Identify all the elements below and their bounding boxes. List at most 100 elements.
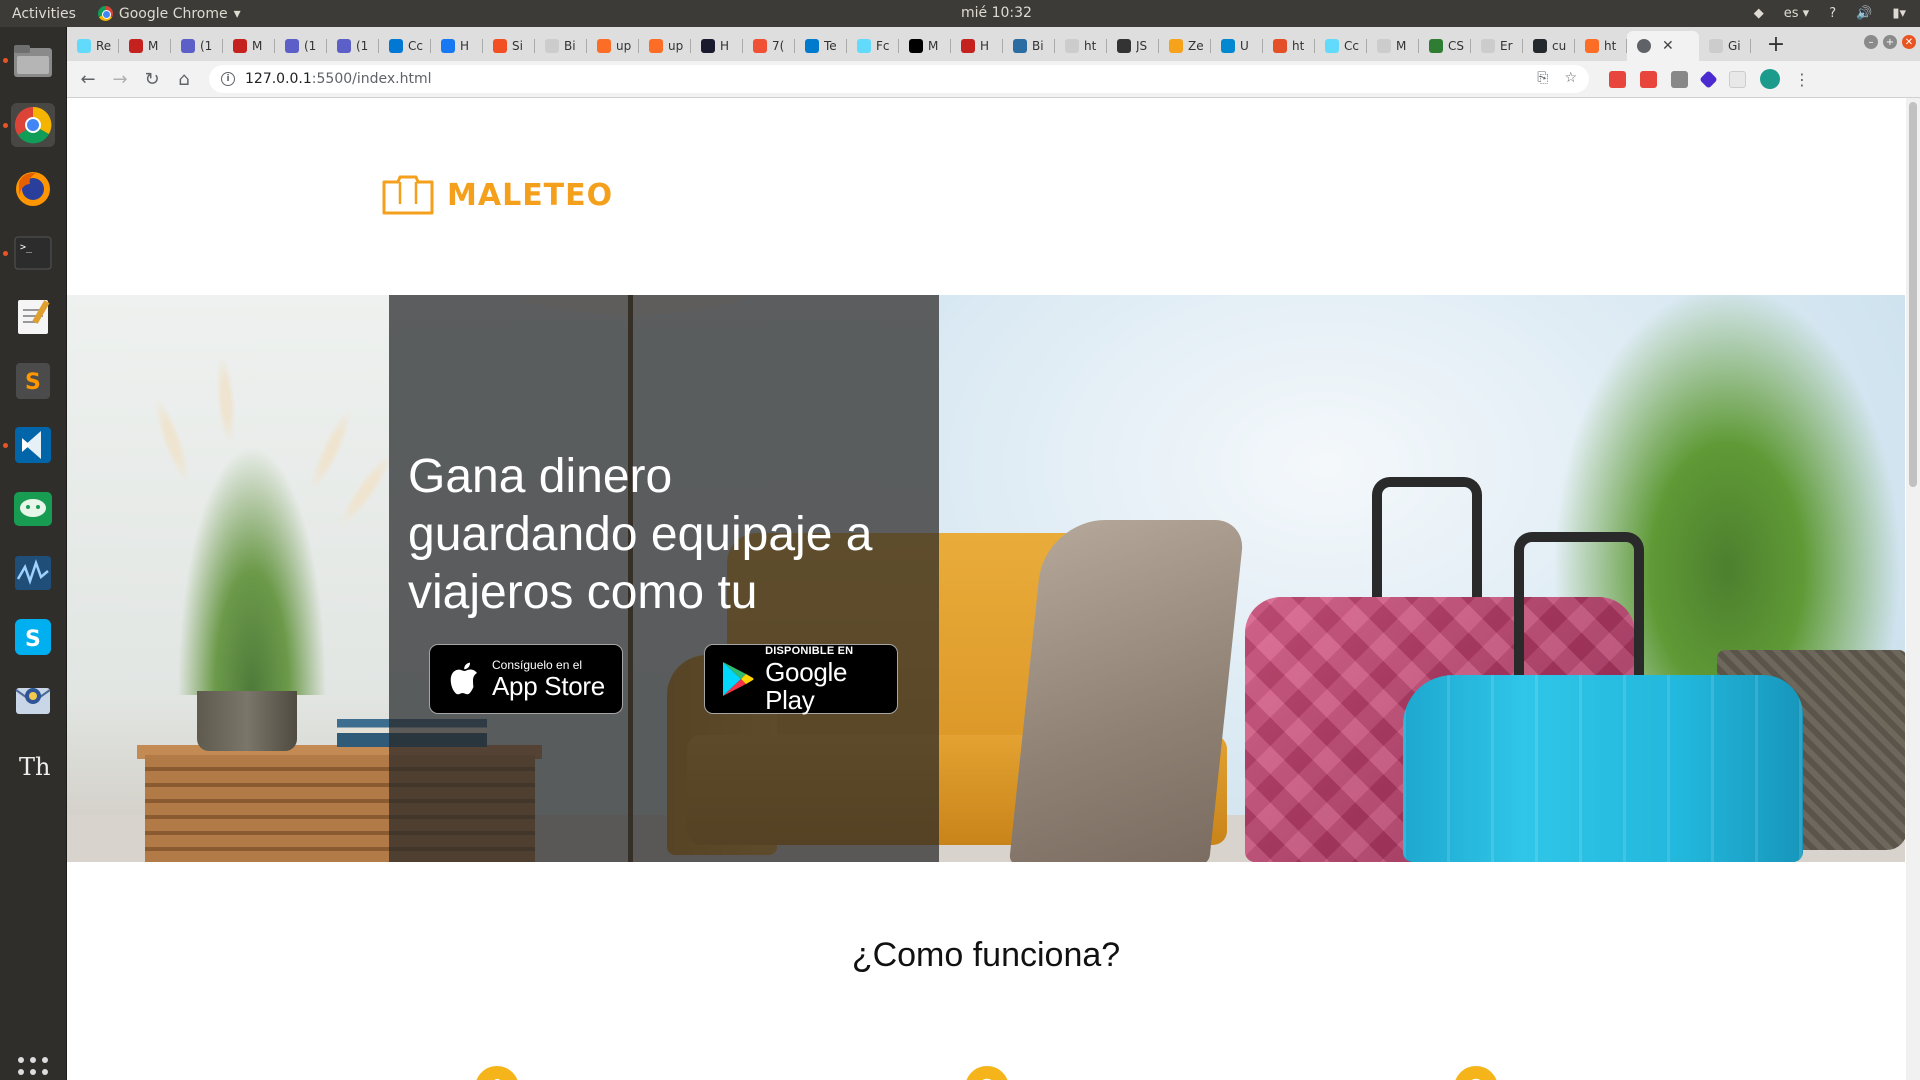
language-label: es [1783,6,1799,21]
blue-suitcase-image [1403,675,1803,862]
tab-item[interactable]: CS [1419,31,1471,61]
tab-favicon [285,39,299,53]
tab-item[interactable]: (1 [275,31,327,61]
info-icon[interactable]: i [221,72,235,86]
tab-item[interactable]: Ze [1159,31,1211,61]
skype-icon[interactable]: S [11,615,55,659]
extension-diamond-icon[interactable] [1699,69,1718,89]
tab-item[interactable]: Cc [379,31,431,61]
translate-icon[interactable]: ⎘ [1537,70,1548,86]
close-tab-icon[interactable]: ✕ [1662,38,1674,54]
thunderbird-icon[interactable] [11,679,55,723]
tab-favicon [753,39,767,53]
dropbox-icon[interactable]: ◆ [1754,6,1764,21]
maximize-button[interactable]: + [1883,35,1897,49]
chevron-down-icon: ▾ [233,5,241,22]
tab-item[interactable]: up [639,31,691,61]
tab-label: Er [1500,39,1513,53]
google-play-button[interactable]: DISPONIBLE EN Google Play [704,644,898,714]
extension-blank-icon[interactable] [1729,70,1746,88]
tab-item[interactable]: M [1367,31,1419,61]
tab-favicon [1117,39,1131,53]
tab-item[interactable]: M [119,31,171,61]
tab-item[interactable]: 7( [743,31,795,61]
tab-item[interactable]: H [431,31,483,61]
firefox-icon[interactable] [11,167,55,211]
volume-icon[interactable]: 🔊 [1856,6,1872,21]
address-bar[interactable]: i 127.0.0.1:5500/index.html ⎘ ☆ [209,65,1589,93]
tab-favicon [649,39,663,53]
tab-item[interactable]: Er [1471,31,1523,61]
tab-favicon [1325,39,1339,53]
terminal-icon[interactable]: >_ [11,231,55,275]
suitcase-handle [1372,477,1482,602]
home-button[interactable]: ⌂ [169,64,199,94]
tab-label: U [1240,39,1249,53]
tab-item[interactable]: Re [67,31,119,61]
tab-item[interactable]: H [951,31,1003,61]
language-indicator[interactable]: es ▾ [1784,6,1809,21]
clock[interactable]: mié 10:32 [961,5,1032,21]
show-apps-icon[interactable] [18,1057,48,1080]
tab-item[interactable]: (1 [327,31,379,61]
extension-grey-icon[interactable] [1671,70,1688,88]
typora-icon[interactable]: Th [11,743,55,787]
tab-item[interactable]: ht [1263,31,1315,61]
tab-item[interactable]: (1 [171,31,223,61]
tab-item[interactable]: JS [1107,31,1159,61]
forward-button[interactable]: → [105,64,135,94]
tab-favicon [1221,39,1235,53]
text-editor-icon[interactable] [11,295,55,339]
tab-item[interactable]: Fc [847,31,899,61]
sublime-text-icon[interactable]: S [11,359,55,403]
chrome-icon[interactable] [11,103,55,147]
tab-label: up [616,39,632,53]
step-1-badge: 1 [475,1066,519,1080]
hero-title: Gana dinero guardando equipaje a viajero… [408,450,873,619]
tab-item[interactable]: cu [1523,31,1575,61]
tab-item[interactable]: up [587,31,639,61]
tab-favicon [1709,39,1723,53]
tab-item[interactable]: Bi [1003,31,1055,61]
tab-current[interactable]: ✕ [1627,31,1699,61]
tab-favicon [805,39,819,53]
profile-avatar[interactable] [1760,69,1780,89]
page-viewport: MALETEO Gana dinero guardando equipaje a… [67,98,1920,1080]
tab-item[interactable]: Te [795,31,847,61]
tab-after-current[interactable]: Gi [1699,31,1751,61]
scrollbar-thumb[interactable] [1909,102,1917,487]
tab-item[interactable]: Si [483,31,535,61]
extension-red-icon[interactable] [1609,70,1626,88]
extension-pdf-icon[interactable] [1640,70,1657,88]
tab-item[interactable]: M [223,31,275,61]
tab-item[interactable]: H [691,31,743,61]
tab-item[interactable]: U [1211,31,1263,61]
vscode-icon[interactable] [11,423,55,467]
system-monitor-icon[interactable] [11,551,55,595]
tab-item[interactable]: Bi [535,31,587,61]
files-icon[interactable] [11,39,55,83]
tab-item[interactable]: Cc [1315,31,1367,61]
chrome-menu-icon[interactable]: ⋮ [1794,70,1810,89]
tab-label: M [252,39,263,53]
bookmark-star-icon[interactable]: ☆ [1564,70,1577,86]
app-store-button[interactable]: Consíguelo en el App Store [429,644,623,714]
tab-label: M [148,39,159,53]
back-button[interactable]: ← [73,64,103,94]
system-tray: ◆ es ▾ ? 🔊 ▮▾ [1754,0,1920,27]
minimize-button[interactable]: – [1864,35,1878,49]
gitkraken-icon[interactable] [11,487,55,531]
tab-item[interactable]: ht [1055,31,1107,61]
close-window-button[interactable]: ✕ [1902,35,1916,49]
reload-button[interactable]: ↻ [137,64,167,94]
battery-icon[interactable]: ▮▾ [1892,6,1906,21]
tab-item[interactable]: ht [1575,31,1627,61]
tab-item[interactable]: M [899,31,951,61]
tab-favicon [1429,39,1443,53]
app-menu[interactable]: Google Chrome ▾ [97,5,241,22]
page-scrollbar[interactable] [1906,98,1920,1080]
help-icon[interactable]: ? [1829,6,1836,21]
activities-button[interactable]: Activities [12,6,76,22]
site-logo[interactable]: MALETEO [381,174,613,216]
new-tab-button[interactable]: + [1761,29,1791,59]
